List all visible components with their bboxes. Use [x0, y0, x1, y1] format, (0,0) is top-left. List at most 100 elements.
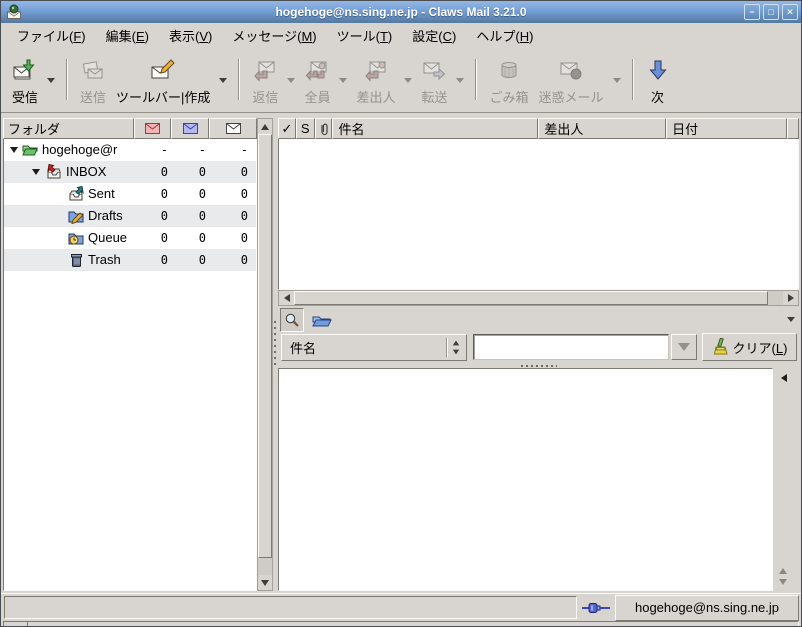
spam-dropdown-arrow[interactable]	[609, 51, 625, 110]
new-column-header[interactable]	[134, 118, 171, 139]
folder-row-inbox[interactable]: INBOX 0 0 0	[4, 161, 256, 183]
unread-count: 0	[198, 231, 206, 245]
folder-row-queue[interactable]: Queue 0 0 0	[4, 227, 256, 249]
folder-row-sent[interactable]: Sent 0 0 0	[4, 183, 256, 205]
folder-scrollbar[interactable]	[257, 118, 273, 591]
clear-search-button[interactable]: クリア(L)	[702, 333, 797, 361]
compose-button[interactable]: ツールバー|作成	[111, 51, 215, 110]
menu-tools[interactable]: ツール(T)	[327, 23, 403, 48]
account-selector-button[interactable]: hogehoge@ns.sing.ne.jp	[615, 594, 799, 621]
message-list-body[interactable]	[278, 139, 799, 290]
progress-strip	[3, 621, 799, 626]
progress-segment	[4, 622, 28, 626]
menu-help[interactable]: ヘルプ(H)	[466, 23, 543, 48]
status-column-header[interactable]: S	[295, 118, 315, 139]
new-count: 0	[160, 253, 168, 267]
pane-splitter-grip[interactable]	[274, 321, 276, 365]
trash-icon	[497, 56, 521, 84]
send-button[interactable]: 送信	[75, 51, 111, 110]
send-label: 送信	[80, 90, 107, 105]
unread-column-header[interactable]	[171, 118, 209, 139]
next-button[interactable]: 次	[641, 51, 675, 110]
folder-label: Queue	[88, 230, 128, 245]
toolbar-separator	[475, 59, 478, 100]
expander-icon[interactable]	[10, 147, 18, 153]
header-stub	[786, 118, 799, 139]
scrollbar-thumb[interactable]	[294, 291, 768, 305]
subject-column-header[interactable]: 件名	[332, 118, 539, 139]
online-status[interactable]	[577, 601, 615, 615]
reply-all-button[interactable]: 全員	[299, 51, 335, 110]
folder-row-account[interactable]: hogehoge@r - - -	[4, 139, 256, 161]
reply-dropdown-arrow[interactable]	[283, 51, 299, 110]
search-toggle-button[interactable]	[280, 307, 304, 332]
folder-row-drafts[interactable]: Drafts 0 0 0	[4, 205, 256, 227]
menu-edit[interactable]: 編集(E)	[96, 23, 159, 48]
reply-all-dropdown-arrow[interactable]	[335, 51, 351, 110]
forward-button[interactable]: 転送	[416, 51, 452, 110]
search-history-arrow-button[interactable]	[671, 334, 697, 360]
spam-button[interactable]: 迷惑メール	[534, 51, 609, 110]
search-folder-icon[interactable]	[312, 312, 332, 328]
folder-column-header[interactable]: フォルダ	[3, 118, 134, 139]
attachment-column-header[interactable]	[314, 118, 333, 139]
unread-count: -	[198, 143, 206, 157]
mime-prev-arrow[interactable]	[779, 568, 787, 574]
account-folder-icon	[22, 145, 38, 156]
scroll-right-arrow[interactable]	[783, 291, 798, 305]
total-column-header[interactable]	[209, 118, 257, 139]
reply-sender-dropdown-arrow[interactable]	[400, 51, 416, 110]
message-view-text[interactable]	[278, 368, 773, 591]
maximize-button[interactable]: □	[763, 4, 779, 20]
date-column-header[interactable]: 日付	[666, 118, 787, 139]
reply-sender-button[interactable]: 差出人	[351, 51, 400, 110]
menubar: ファイル(F) 編集(E) 表示(V) メッセージ(M) ツール(T) 設定(C…	[1, 23, 801, 48]
combo-spin-arrows	[452, 340, 460, 355]
reply-sender-label: 差出人	[356, 90, 396, 105]
menu-file[interactable]: ファイル(F)	[7, 23, 96, 48]
receive-dropdown-arrow[interactable]	[43, 51, 59, 110]
unread-count: 0	[198, 253, 206, 267]
from-column-header[interactable]: 差出人	[538, 118, 667, 139]
new-count: 0	[160, 209, 168, 223]
trash-button[interactable]: ごみ箱	[484, 51, 533, 110]
mime-bar	[773, 368, 799, 591]
search-options-arrow[interactable]	[787, 317, 795, 322]
toolbar-separator	[66, 59, 69, 100]
search-input[interactable]	[473, 334, 669, 360]
total-count: 0	[240, 187, 248, 201]
marked-column-header[interactable]: ✓	[278, 118, 296, 139]
quick-search-bar	[278, 306, 799, 333]
minimize-button[interactable]: −	[744, 4, 760, 20]
claws-mail-window: hogehoge@ns.sing.ne.jp - Claws Mail 3.21…	[0, 0, 802, 627]
search-criteria-combo[interactable]: 件名	[281, 333, 467, 361]
collapse-mime-arrow[interactable]	[781, 374, 787, 382]
folder-row-trash[interactable]: Trash 0 0 0	[4, 249, 256, 271]
spam-label: 迷惑メール	[538, 90, 604, 105]
scroll-left-arrow[interactable]	[279, 291, 294, 305]
folder-label: Sent	[88, 186, 115, 201]
scrollbar-thumb[interactable]	[258, 134, 272, 558]
menu-message[interactable]: メッセージ(M)	[222, 23, 326, 48]
next-label: 次	[651, 90, 665, 105]
forward-dropdown-arrow[interactable]	[452, 51, 468, 110]
account-selector-label: hogehoge@ns.sing.ne.jp	[634, 600, 780, 615]
receive-button[interactable]: 受信	[7, 51, 43, 110]
toolbar: 受信 送信 ツールバー|作成 返信 全員 差出人 転送 ごみ箱 迷惑メール 次	[1, 48, 801, 113]
scroll-down-arrow[interactable]	[258, 575, 272, 590]
menu-view[interactable]: 表示(V)	[159, 23, 222, 48]
reply-sender-icon	[364, 56, 388, 84]
scroll-up-arrow[interactable]	[258, 119, 272, 134]
menu-configuration[interactable]: 設定(C)	[402, 23, 466, 48]
new-count: -	[160, 143, 168, 157]
compose-dropdown-arrow[interactable]	[215, 51, 231, 110]
new-mail-icon	[145, 123, 160, 134]
titlebar[interactable]: hogehoge@ns.sing.ne.jp - Claws Mail 3.21…	[1, 1, 801, 23]
message-list-hscrollbar[interactable]	[278, 290, 799, 306]
new-count: 0	[160, 231, 168, 245]
mime-next-arrow[interactable]	[779, 579, 787, 585]
expander-icon[interactable]	[32, 169, 40, 175]
close-button[interactable]: ✕	[782, 4, 798, 20]
reply-button[interactable]: 返信	[247, 51, 283, 110]
search-criteria-value: 件名	[290, 340, 317, 356]
